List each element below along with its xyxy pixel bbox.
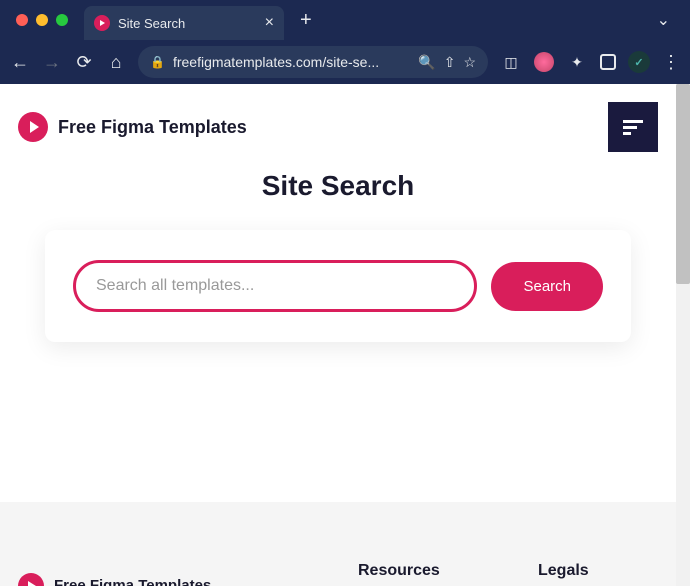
lock-icon: 🔒	[150, 55, 165, 69]
home-button[interactable]: ⌂	[106, 52, 126, 73]
footer-logo-area[interactable]: Free Figma Templates	[18, 562, 298, 586]
logo-area[interactable]: Free Figma Templates	[18, 112, 247, 142]
footer-logo-text: Free Figma Templates	[54, 577, 211, 586]
logo-play-icon	[18, 112, 48, 142]
new-tab-button[interactable]: +	[292, 9, 320, 32]
browser-toolbar: ← → ⟳ ⌂ 🔒 freefigmatemplates.com/site-se…	[0, 40, 690, 84]
scrollbar[interactable]	[676, 84, 690, 586]
tab-close-button[interactable]: ×	[265, 14, 274, 32]
bookmark-star-icon[interactable]: ☆	[463, 54, 476, 71]
footer: Free Figma Templates Resources Medium Le…	[0, 502, 676, 586]
search-card: Search	[45, 230, 631, 342]
extensions-puzzle-icon[interactable]: ✦	[566, 51, 588, 73]
footer-column-title: Resources	[358, 562, 478, 580]
search-input-wrap	[73, 260, 477, 312]
tab-title: Site Search	[118, 16, 257, 31]
window-maximize-button[interactable]	[56, 14, 68, 26]
forward-button[interactable]: →	[42, 52, 62, 73]
footer-column-legals: Legals Contact Us	[538, 562, 658, 586]
address-bar[interactable]: 🔒 freefigmatemplates.com/site-se... 🔍 ⇧ …	[138, 46, 488, 78]
browser-menu-button[interactable]: ⋮	[662, 52, 680, 73]
logo-text: Free Figma Templates	[58, 117, 247, 138]
share-icon[interactable]: ⇧	[444, 54, 456, 71]
search-input[interactable]	[73, 260, 477, 312]
zoom-icon[interactable]: 🔍	[418, 54, 435, 71]
page-title: Site Search	[0, 170, 676, 202]
site-header: Free Figma Templates	[0, 84, 676, 152]
hamburger-menu-button[interactable]	[608, 102, 658, 152]
url-text: freefigmatemplates.com/site-se...	[173, 54, 410, 70]
profile-avatar-icon[interactable]: ✓	[628, 51, 650, 73]
back-button[interactable]: ←	[10, 52, 30, 73]
hamburger-icon	[621, 115, 645, 139]
tab-bar: Site Search × + ⌄	[0, 0, 690, 40]
footer-logo-play-icon	[18, 573, 44, 586]
search-button[interactable]: Search	[491, 262, 603, 311]
extension-copy-icon[interactable]: ◫	[500, 51, 522, 73]
browser-tab[interactable]: Site Search ×	[84, 6, 284, 40]
tab-favicon-icon	[94, 15, 110, 31]
extension-sidebar-icon[interactable]	[600, 54, 616, 70]
footer-column-title: Legals	[538, 562, 658, 580]
page-viewport: Free Figma Templates Site Search Search	[0, 84, 690, 586]
window-close-button[interactable]	[16, 14, 28, 26]
browser-chrome: Site Search × + ⌄ ← → ⟳ ⌂ 🔒 freefigmatem…	[0, 0, 690, 84]
window-minimize-button[interactable]	[36, 14, 48, 26]
extension-circle-icon[interactable]	[534, 52, 554, 72]
tabs-dropdown-button[interactable]: ⌄	[645, 10, 682, 30]
scrollbar-thumb[interactable]	[676, 84, 690, 284]
reload-button[interactable]: ⟳	[74, 52, 94, 73]
footer-column-resources: Resources Medium	[358, 562, 478, 586]
window-controls	[8, 14, 76, 26]
